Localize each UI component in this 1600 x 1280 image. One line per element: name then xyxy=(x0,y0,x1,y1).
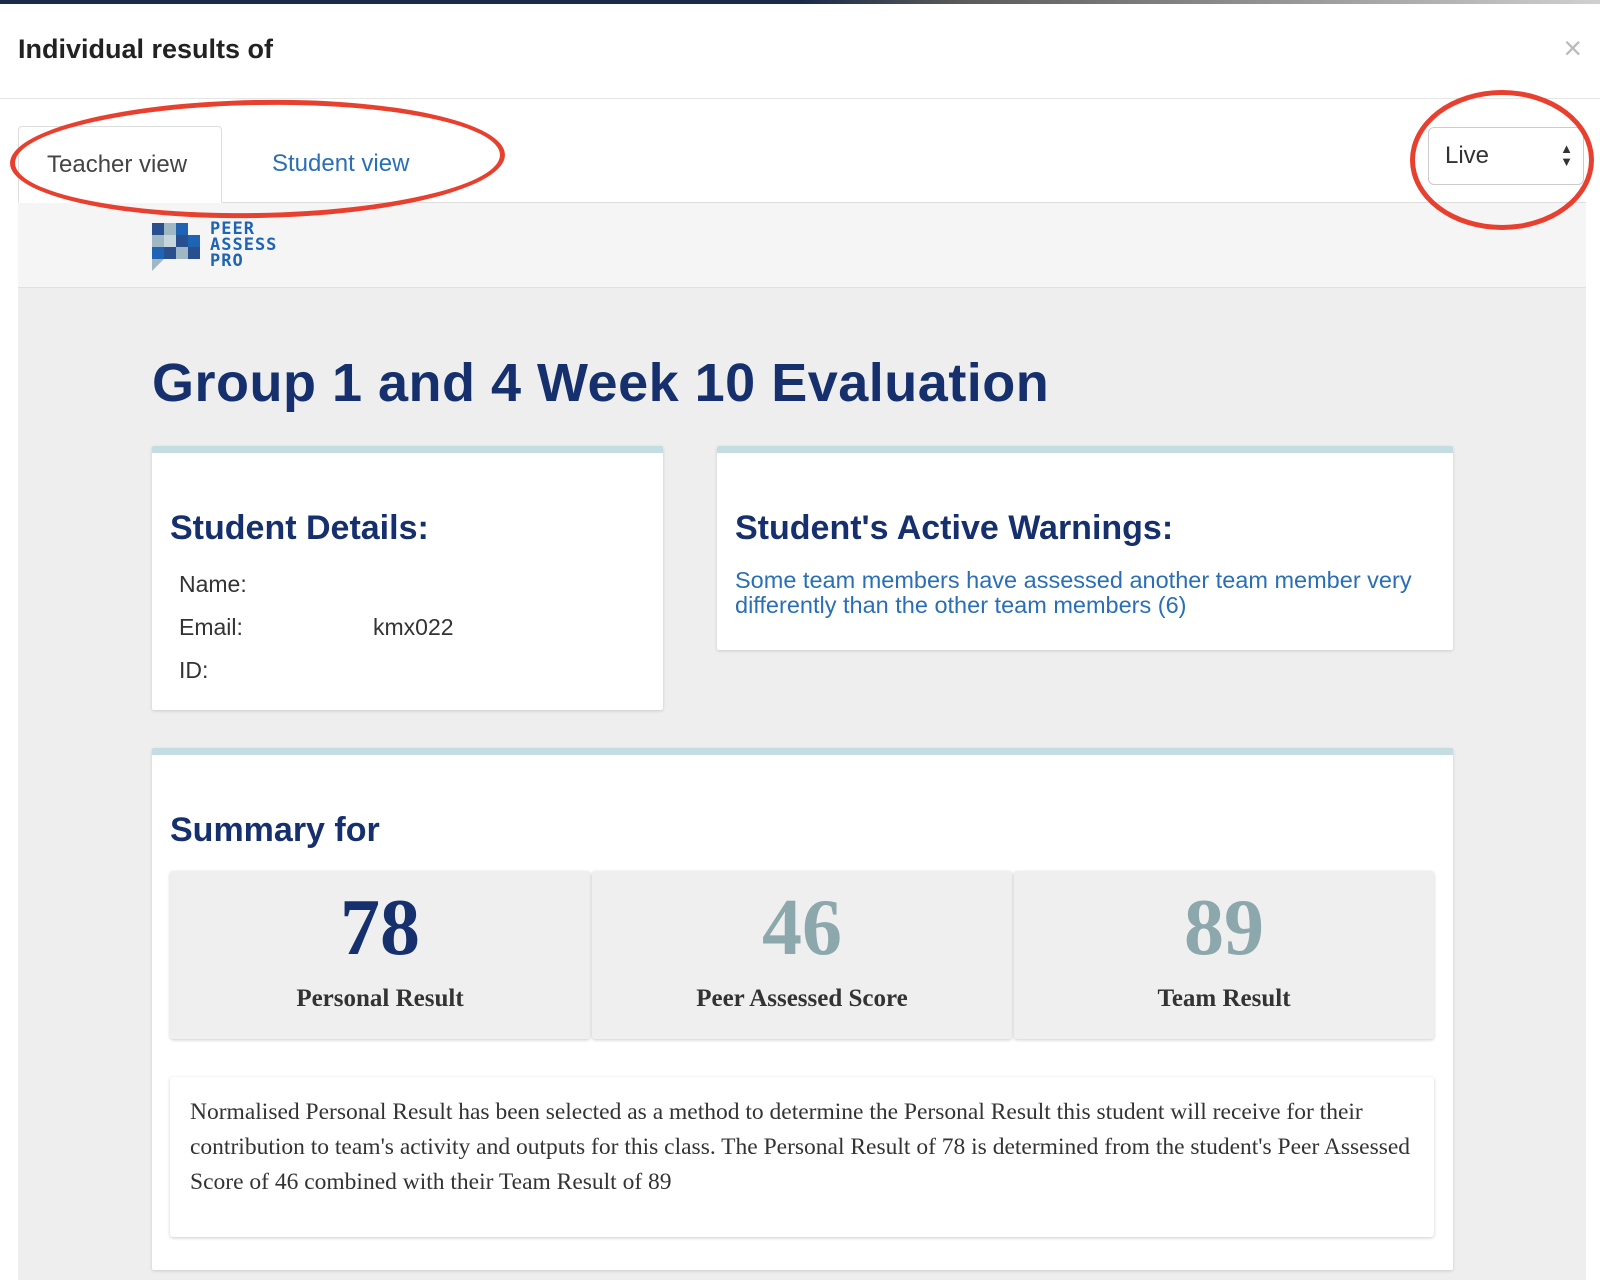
mode-select[interactable]: Live ▲ ▼ xyxy=(1428,127,1584,185)
student-details-heading: Student Details: xyxy=(170,509,429,547)
personal-result-box: 78 Personal Result xyxy=(170,871,590,1039)
peer-assessed-score-box: 46 Peer Assessed Score xyxy=(592,871,1012,1039)
view-tabs: Teacher view Student view xyxy=(18,126,1586,203)
warnings-heading: Student's Active Warnings: xyxy=(735,509,1174,547)
modal-header: Individual results of × xyxy=(0,4,1600,99)
close-button[interactable]: × xyxy=(1563,32,1582,64)
peer-assessed-score-label: Peer Assessed Score xyxy=(696,985,908,1012)
personal-result-value: 78 xyxy=(340,884,420,972)
student-details-card: Student Details: Name: Email: kmx022 ID: xyxy=(152,446,663,710)
page-title: Group 1 and 4 Week 10 Evaluation xyxy=(152,353,1050,413)
team-result-label: Team Result xyxy=(1157,985,1291,1012)
detail-row-email: Email: kmx022 xyxy=(179,614,454,640)
personal-result-label: Personal Result xyxy=(296,985,464,1012)
mode-select-value: Live xyxy=(1445,142,1490,169)
warning-link[interactable]: Some team members have assessed another … xyxy=(735,568,1425,618)
summary-heading: Summary for xyxy=(170,811,380,849)
active-warnings-card: Student's Active Warnings: Some team mem… xyxy=(717,446,1453,650)
team-result-value: 89 xyxy=(1184,884,1264,972)
peer-assess-pro-logo: PEER ASSESS PRO xyxy=(152,221,322,277)
tab-teacher-view[interactable]: Teacher view xyxy=(18,126,222,203)
logo-mark-icon xyxy=(152,223,200,271)
tab-student-view[interactable]: Student view xyxy=(244,126,437,202)
summary-card: Summary for 78 Personal Result 46 Peer A… xyxy=(152,748,1453,1270)
logo-wordmark: PEER ASSESS PRO xyxy=(210,219,278,271)
peer-assessed-score-value: 46 xyxy=(762,884,842,972)
detail-row-id: ID: xyxy=(179,657,209,683)
team-result-box: 89 Team Result xyxy=(1014,871,1434,1039)
select-arrows-icon: ▲ ▼ xyxy=(1560,141,1573,169)
modal-title: Individual results of xyxy=(18,34,274,64)
detail-row-name: Name: xyxy=(179,571,247,597)
logo-banner: PEER ASSESS PRO xyxy=(18,203,1586,288)
result-explanation: Normalised Personal Result has been sele… xyxy=(170,1077,1434,1237)
